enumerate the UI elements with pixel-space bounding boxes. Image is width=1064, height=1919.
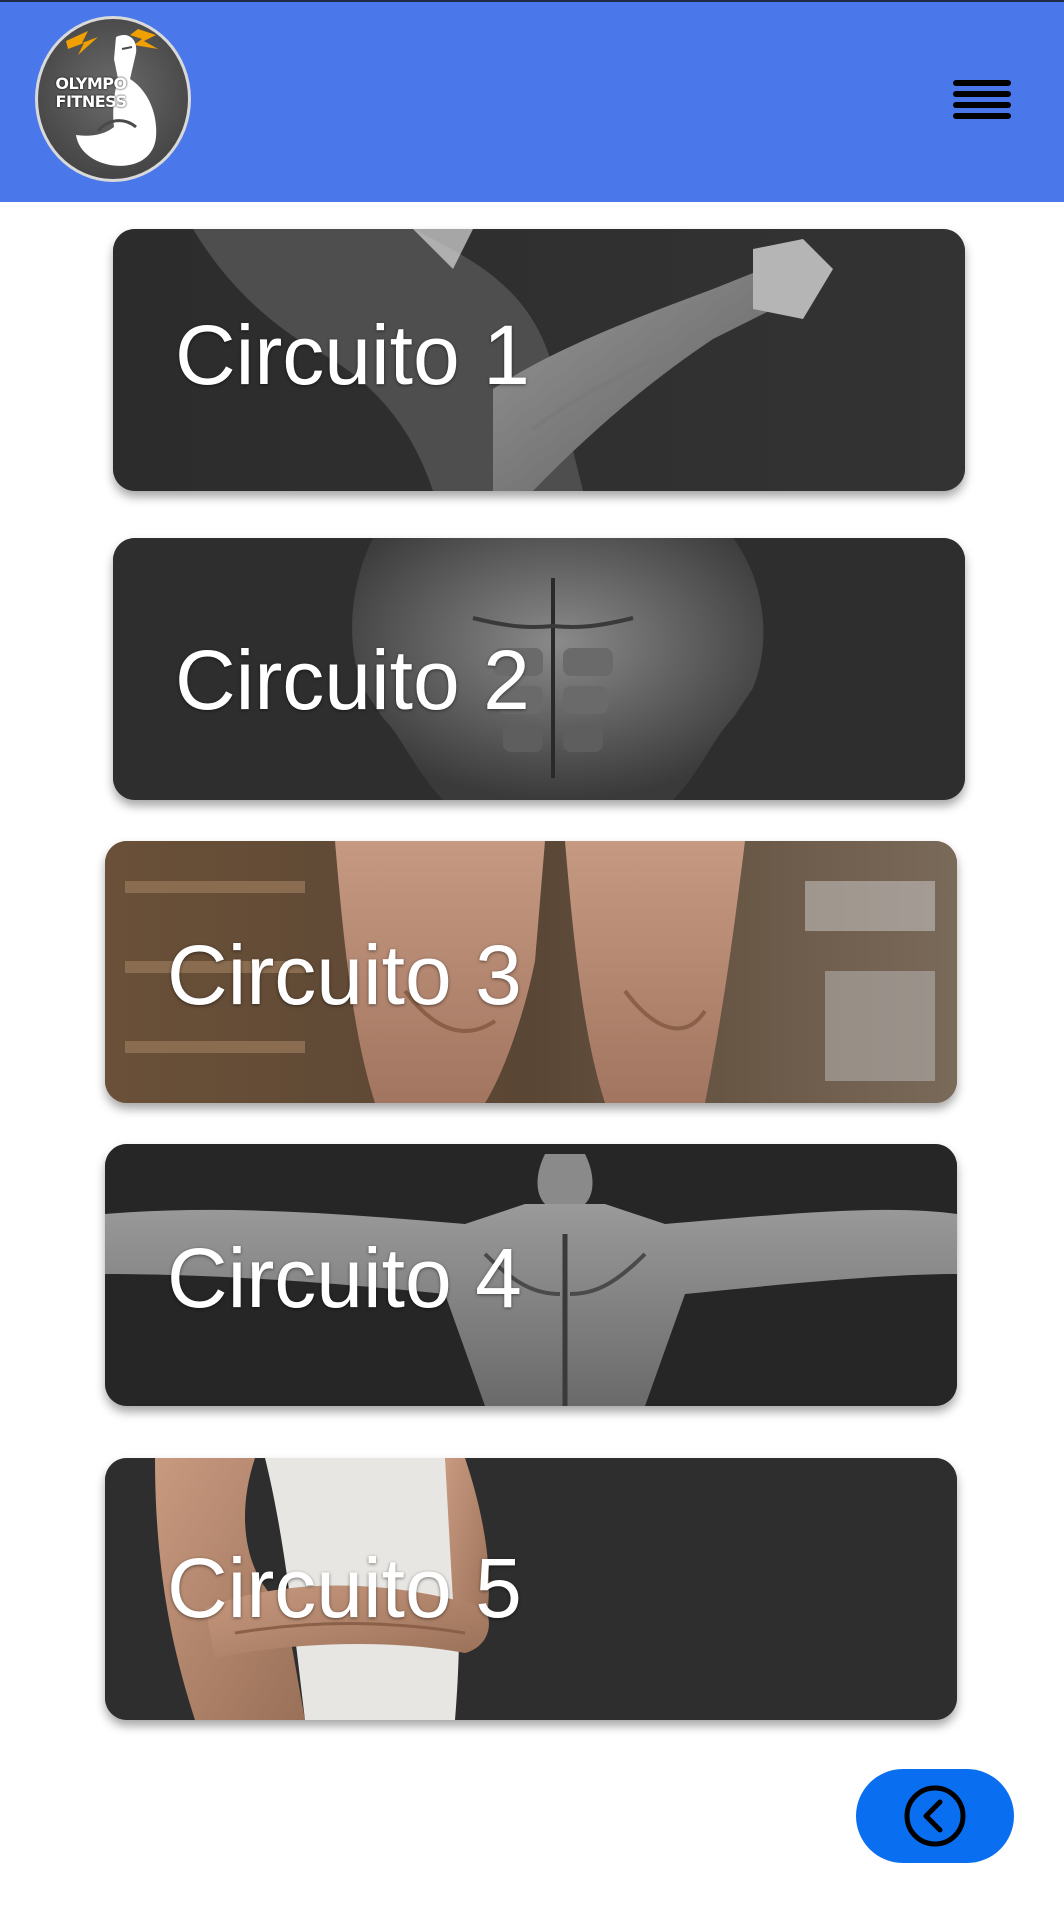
olympo-fitness-logo[interactable]: OLYMPO FITNESS <box>35 16 191 182</box>
circuit-card-3[interactable]: Circuito 3 <box>105 841 957 1103</box>
back-button[interactable] <box>856 1769 1014 1863</box>
logo-text: OLYMPO FITNESS <box>55 74 127 111</box>
circuit-label: Circuito 4 <box>167 1231 522 1325</box>
hamburger-menu-icon[interactable] <box>950 76 1016 126</box>
circuit-card-1[interactable]: Circuito 1 <box>113 229 965 491</box>
chevron-left-circle-icon <box>904 1785 966 1847</box>
circuit-label: Circuito 3 <box>167 928 522 1022</box>
circuit-label: Circuito 5 <box>167 1541 522 1635</box>
app-header: OLYMPO FITNESS <box>0 0 1064 202</box>
circuit-card-2[interactable]: Circuito 2 <box>113 538 965 800</box>
circuit-label: Circuito 2 <box>175 633 530 727</box>
circuit-card-4[interactable]: Circuito 4 <box>105 1144 957 1406</box>
circuit-card-5[interactable]: Circuito 5 <box>105 1458 957 1720</box>
circuit-label: Circuito 1 <box>175 308 530 402</box>
